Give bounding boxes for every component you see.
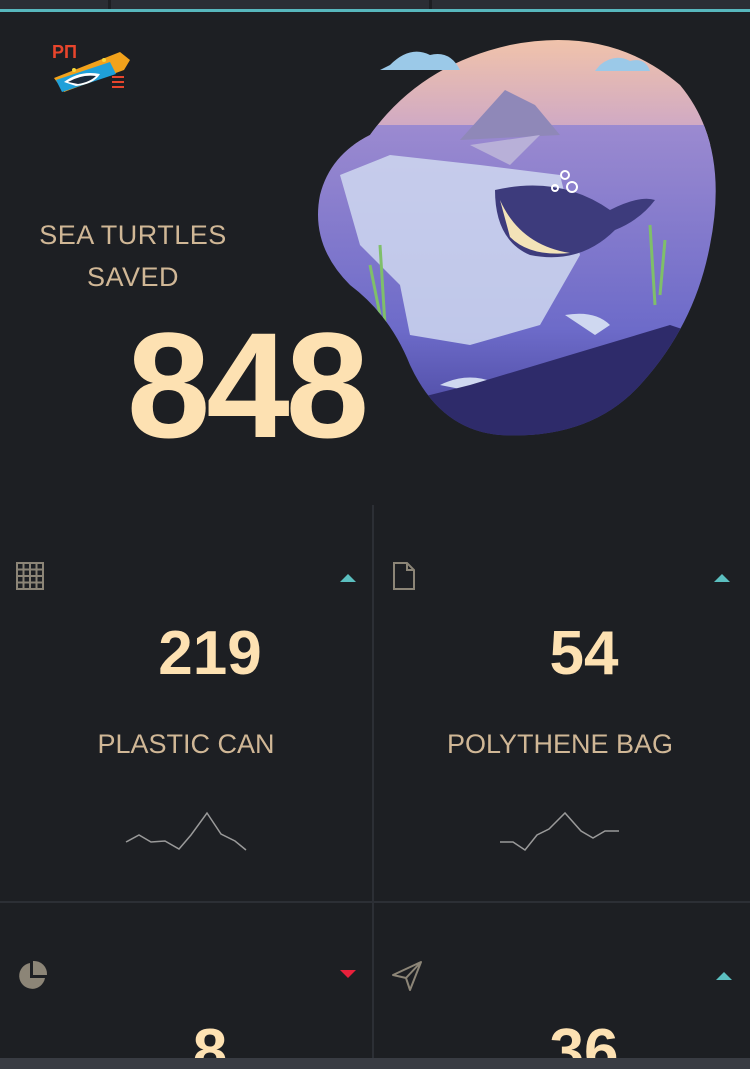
stat-card-4[interactable]: 36	[374, 903, 746, 1058]
top-tab-2[interactable]	[111, 0, 429, 9]
sparkline	[125, 811, 247, 851]
ocean-illustration	[318, 40, 716, 436]
stat-label: POLYTHENE BAG	[446, 729, 674, 759]
stat-value: 219	[158, 619, 262, 688]
pie-chart-icon	[19, 960, 48, 989]
top-tab-bar	[0, 0, 750, 14]
hero-label: SEA TURTLES SAVED	[20, 214, 246, 298]
stat-card-polythene-bag[interactable]: 54 POLYTHENE BAG	[374, 505, 746, 901]
trend-up-icon	[714, 574, 730, 582]
stat-card-plastic-can[interactable]: 219 PLASTIC CAN	[0, 505, 372, 901]
brand-logo: PΠ	[52, 42, 130, 92]
hero-label-line1: SEA TURTLES	[39, 220, 227, 250]
stat-value: 8	[192, 1017, 228, 1058]
grid-icon	[16, 562, 44, 590]
trend-up-icon	[340, 574, 356, 582]
trend-up-icon	[716, 972, 732, 980]
horizontal-scrollbar[interactable]	[0, 1058, 750, 1069]
stat-label: PLASTIC CAN	[97, 729, 275, 759]
top-tab-3[interactable]	[432, 0, 750, 9]
stat-value: 36	[549, 1017, 619, 1058]
stat-card-3[interactable]: 8	[0, 903, 372, 1058]
paper-plane-icon	[392, 961, 422, 991]
stat-value: 54	[549, 619, 619, 688]
sparkline	[500, 811, 619, 852]
trend-down-icon	[340, 970, 356, 978]
svg-text:PΠ: PΠ	[52, 42, 77, 62]
document-icon	[393, 562, 415, 590]
accent-line	[0, 9, 750, 12]
hero-label-line2: SAVED	[86, 262, 180, 292]
top-tab-1[interactable]	[0, 0, 108, 9]
